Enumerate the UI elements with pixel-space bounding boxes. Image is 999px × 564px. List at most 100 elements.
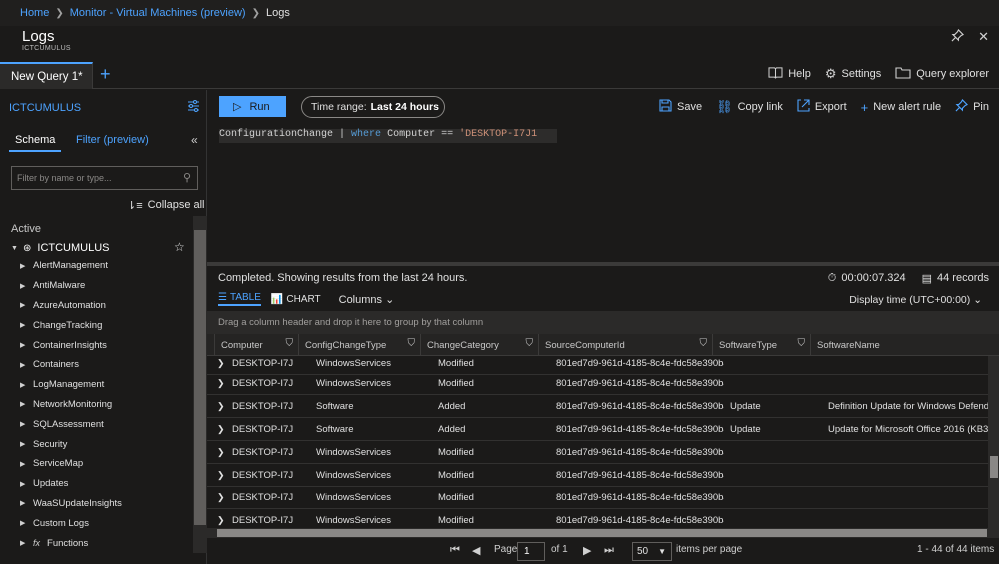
schema-filter-input[interactable]	[17, 170, 177, 186]
caret-right-icon[interactable]: ▶	[20, 282, 26, 290]
export-button[interactable]: Export	[797, 99, 847, 115]
schema-item[interactable]: ▶ fx Functions	[20, 533, 192, 553]
schema-item[interactable]: ▶ Security	[20, 434, 192, 454]
columns-dropdown[interactable]: Columns ⌄	[339, 293, 395, 306]
expand-row-icon[interactable]: ❯	[217, 418, 225, 441]
schema-item[interactable]: ▶ ServiceMap	[20, 454, 192, 474]
grid-horizontal-scroll-thumb[interactable]	[217, 529, 987, 537]
sliders-icon[interactable]	[187, 100, 200, 115]
table-row[interactable]: ❯ DESKTOP-I7J WindowsServices Modified 801ed…	[207, 509, 999, 528]
caret-right-icon[interactable]: ▶	[20, 480, 26, 488]
expand-row-icon[interactable]: ❯	[217, 486, 225, 509]
caret-right-icon[interactable]: ▶	[20, 539, 26, 547]
column-filter-icon[interactable]: ⛉	[700, 338, 708, 349]
grid-vertical-scrollbar[interactable]	[988, 356, 999, 528]
add-tab-icon[interactable]: +	[100, 64, 111, 85]
table-row[interactable]: ❯ DESKTOP-I7J WindowsServices Modified 801ed…	[207, 441, 999, 464]
sidebar-scrollbar[interactable]	[193, 216, 207, 553]
caret-right-icon[interactable]: ▶	[20, 440, 26, 448]
schema-item[interactable]: ▶ Containers	[20, 355, 192, 375]
collapse-sidebar-icon[interactable]: «	[191, 133, 198, 147]
schema-item[interactable]: ▶ WaaSUpdateInsights	[20, 494, 192, 514]
schema-item[interactable]: ▶ AlertManagement	[20, 256, 192, 276]
expand-row-icon[interactable]: ❯	[217, 464, 225, 487]
star-icon[interactable]: ☆	[174, 240, 185, 254]
run-button[interactable]: ▷ Run	[219, 96, 286, 117]
caret-right-icon[interactable]: ▶	[20, 321, 26, 329]
schema-item[interactable]: ▶ LogManagement	[20, 375, 192, 395]
close-icon[interactable]: ✕	[978, 29, 989, 45]
page-number-input[interactable]	[517, 542, 545, 561]
breadcrumb-home[interactable]: Home	[20, 7, 49, 19]
help-button[interactable]: Help	[768, 66, 811, 82]
expand-row-icon[interactable]: ❯	[217, 509, 225, 528]
table-row[interactable]: ❯ DESKTOP-I7J Software Added 801ed7d9-961d-4…	[207, 418, 999, 441]
query-editor[interactable]: ConfigurationChange | where Computer == …	[207, 126, 999, 262]
workspace-name[interactable]: ICTCUMULUS	[9, 102, 81, 114]
bar-chart-icon: 📊	[270, 293, 284, 305]
grid-vertical-scroll-thumb[interactable]	[990, 456, 998, 478]
caret-right-icon[interactable]: ▶	[20, 499, 26, 507]
settings-button[interactable]: ⚙ Settings	[825, 66, 881, 82]
save-button[interactable]: Save	[659, 99, 702, 115]
query-explorer-button[interactable]: Query explorer	[895, 66, 989, 82]
expand-row-icon[interactable]: ❯	[217, 441, 225, 464]
first-page-icon[interactable]: ⏮	[450, 544, 460, 557]
expand-row-icon[interactable]: ❯	[217, 372, 225, 395]
column-filter-icon[interactable]: ⛉	[798, 338, 806, 349]
tab-chart[interactable]: 📊 CHART	[271, 294, 321, 305]
editor-results-splitter[interactable]	[207, 262, 999, 266]
caret-right-icon[interactable]: ▶	[20, 262, 26, 270]
schema-item[interactable]: ▶ NetworkMonitoring	[20, 395, 192, 415]
query-code-line[interactable]: ConfigurationChange | where Computer == …	[219, 129, 557, 143]
caret-right-icon[interactable]: ▶	[20, 460, 26, 468]
pin-icon[interactable]	[951, 28, 965, 45]
table-row[interactable]: ❯ DESKTOP-I7J WindowsServices Modified 801ed…	[207, 372, 999, 395]
time-range-picker[interactable]: Time range: Last 24 hours	[301, 96, 445, 118]
tab-new-query-1[interactable]: New Query 1*	[0, 62, 93, 89]
caret-right-icon[interactable]: ▶	[20, 301, 26, 309]
column-filter-icon[interactable]: ⛉	[526, 338, 534, 349]
items-per-page-select[interactable]: 50 ▼	[632, 542, 672, 561]
caret-right-icon[interactable]: ▶	[20, 361, 26, 369]
column-filter-icon[interactable]: ⛉	[408, 338, 416, 349]
group-by-bar[interactable]: Drag a column header and drop it here to…	[207, 311, 999, 334]
query-pipe: |	[333, 129, 352, 140]
table-row[interactable]: ❯ DESKTOP-I7J WindowsServices Modified 801ed…	[207, 464, 999, 487]
display-time-dropdown[interactable]: Display time (UTC+00:00) ⌄	[849, 294, 982, 306]
caret-right-icon[interactable]: ▶	[20, 381, 26, 389]
collapse-all-button[interactable]: ⇂≡ Collapse all	[127, 199, 205, 212]
table-row[interactable]: ❯ DESKTOP-I7J WindowsServices Modified 801ed…	[207, 486, 999, 509]
last-page-icon[interactable]: ⏭	[604, 544, 614, 557]
schema-item[interactable]: ▶ AzureAutomation	[20, 296, 192, 316]
caret-right-icon[interactable]: ▶	[20, 420, 26, 428]
schema-filter-field[interactable]: ⚲	[11, 166, 198, 190]
schema-item[interactable]: ▶ ContainerInsights	[20, 335, 192, 355]
pin-button[interactable]: Pin	[955, 98, 989, 115]
tab-table[interactable]: ☰ TABLE	[218, 292, 261, 306]
breadcrumb-monitor[interactable]: Monitor - Virtual Machines (preview)	[70, 7, 246, 19]
caret-right-icon[interactable]: ▶	[20, 341, 26, 349]
tab-filter[interactable]: Filter (preview)	[76, 134, 149, 146]
export-icon	[797, 99, 810, 115]
table-cell: WindowsServices	[316, 470, 391, 481]
schema-item[interactable]: ▶ Updates	[20, 474, 192, 494]
expand-row-icon[interactable]: ❯	[217, 395, 225, 418]
grid-horizontal-scrollbar[interactable]	[207, 528, 999, 538]
caret-right-icon[interactable]: ▶	[20, 400, 26, 408]
schema-item[interactable]: ▶ SQLAssessment	[20, 414, 192, 434]
sidebar-scroll-thumb[interactable]	[194, 230, 206, 525]
workspace-tree-node[interactable]: ▼ ⊛ ICTCUMULUS	[11, 241, 191, 255]
schema-item[interactable]: ▶ Custom Logs	[20, 513, 192, 533]
next-page-icon[interactable]: ▶	[583, 544, 591, 557]
schema-item[interactable]: ▶ ChangeTracking	[20, 315, 192, 335]
column-filter-icon[interactable]: ⛉	[286, 338, 294, 349]
table-cell: Software	[316, 401, 354, 412]
new-alert-rule-button[interactable]: + New alert rule	[861, 99, 941, 115]
table-row[interactable]: ❯ DESKTOP-I7J Software Added 801ed7d9-961d-4…	[207, 395, 999, 418]
schema-item[interactable]: ▶ AntiMalware	[20, 276, 192, 296]
prev-page-icon[interactable]: ◀	[472, 544, 480, 557]
tab-schema[interactable]: Schema	[15, 134, 55, 146]
caret-right-icon[interactable]: ▶	[20, 519, 26, 527]
copy-link-button[interactable]: ⛓ Copy link	[716, 99, 783, 115]
